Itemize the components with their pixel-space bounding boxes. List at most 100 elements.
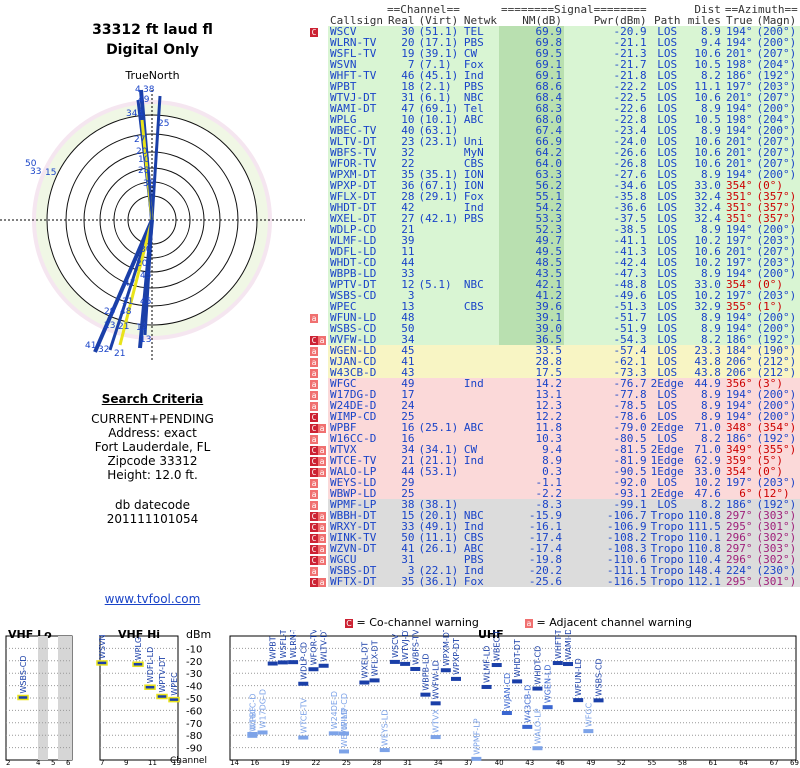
spectrum-bar-label: WBPB-LD [421,653,430,690]
virtual-channel-cell [416,345,462,356]
network-cell: ABC [461,422,499,433]
cochannel-flag-icon: C [310,424,318,433]
svg-text:38: 38 [143,85,155,95]
spectrum-bar [277,660,288,665]
path-cell: Tropo [648,575,686,588]
spectrum-bar-label: WJAN-CD [503,673,512,709]
spectrum-bar [400,661,411,666]
spectrum-bar-label: WXEL-DT [360,642,369,679]
cochannel-flag-icon: C [310,336,318,345]
spectrum-bar [512,679,523,684]
spectrum-bar [308,667,319,672]
virtual-channel-cell [416,323,462,334]
spectrum-bar-label: WFOR-TV [309,630,318,665]
cochannel-flag-icon: C [310,468,318,477]
virtual-channel-cell: (36.1) [416,576,462,587]
spectrum-bar-label: WSCV [391,633,400,658]
station-flags [308,158,328,169]
criteria-line: Height: 12.0 ft. [107,468,198,482]
station-row[interactable]: Ca WFTX-DT 35 (36.1) Fox -25.6 -116.5 Tropo 112.… [308,576,800,587]
spectrum-bar-label: WPMF-LP [472,718,481,755]
adjacent-flag-icon: a [318,556,326,565]
spectrum-bar [267,661,278,666]
station-flags [308,301,328,312]
station-flags: a [308,565,328,576]
criteria-line: Fort Lauderdale, FL [94,440,211,454]
station-table: ==Channel== ========Signal======== Dist … [308,4,800,587]
svg-text:29: 29 [104,307,116,317]
page-title: 33312 ft laud fl [92,22,213,38]
svg-text:21: 21 [118,322,129,332]
station-flags [308,213,328,224]
spectrum-bar [410,666,421,671]
station-flags: Ca [308,334,328,345]
magnetic-azimuth-cell: (301°) [754,576,800,587]
station-flags: Ca [308,576,328,587]
station-flags: C [308,26,328,37]
adjacent-flag-icon: a [310,314,318,323]
adjacent-flag-icon: a [318,424,326,433]
virtual-channel-cell: (53.1) [416,466,462,477]
spectrum-bar [451,676,461,681]
spectrum-bar [17,694,29,701]
x-tick-label: 7 [100,759,104,767]
polar-plot: 4 38 4934 254 2720 1050 33 15 2836 3020 45… [0,85,305,360]
callsign-cell: WFTX-DT [328,576,385,587]
spectrum-bar [471,756,482,761]
adjacent-flag-icon: a [318,512,326,521]
x-tick-label: 64 [739,759,748,767]
x-tick-label: 34 [434,759,443,767]
cochannel-flag-icon: C [310,534,318,543]
cochannel-flag-icon: C [310,457,318,466]
spectrum-bar [379,748,390,753]
spectrum-bar-label: WHDT-CD [533,646,542,685]
network-cell [461,345,499,356]
network-cell: CBS [461,301,499,312]
station-flags [308,81,328,92]
svg-text:30: 30 [140,245,152,255]
svg-text:41: 41 [85,341,96,351]
svg-text:4: 4 [135,85,141,95]
virtual-channel-cell: (26.1) [416,543,462,554]
svg-text:10: 10 [138,155,150,165]
station-flags [308,235,328,246]
x-tick-label: 6 [66,759,71,767]
svg-text:45: 45 [140,271,151,281]
virtual-channel-cell [416,356,462,367]
y-tick-label: -80 [186,731,202,742]
x-tick-label: 28 [373,759,382,767]
adjacent-flag-icon: a [318,534,326,543]
spectrum-bar-label: WSFL-TV [279,630,288,658]
spectrum-bar [318,663,329,668]
network-cell [461,488,499,499]
spectrum-bar-label: WAMI-DT [564,630,573,660]
station-flags: Ca [308,455,328,466]
network-cell [461,466,499,477]
adjacent-flag-icon: a [310,501,318,510]
virtual-channel-cell [416,246,462,257]
spectrum-bar [389,659,400,664]
station-flags: a [308,488,328,499]
svg-text:33: 33 [30,167,41,177]
x-tick-label: 22 [311,759,320,767]
station-flags [308,290,328,301]
x-tick-label: 4 [36,759,41,767]
cochannel-flag-icon: C [310,578,318,587]
y-tick-label: -30 [186,669,202,680]
station-flags: a [308,433,328,444]
cochannel-flag-icon: C [310,446,318,455]
tvfool-link[interactable]: www.tvfool.com [0,592,305,607]
station-flags [308,169,328,180]
virtual-channel-cell [416,224,462,235]
virtual-channel-cell [416,400,462,411]
spectrum-bar-label: WPEC [170,672,179,696]
station-flags [308,202,328,213]
page-subtitle: Digital Only [106,42,199,58]
adjacent-legend-text: = Adjacent channel warning [536,616,693,629]
station-flags [308,70,328,81]
x-tick-label: 25 [342,759,351,767]
spectrum-bar [440,668,451,673]
adjacent-flag-icon: a [318,578,326,587]
virtual-channel-cell: (23.1) [416,136,462,147]
network-cell [461,246,499,257]
